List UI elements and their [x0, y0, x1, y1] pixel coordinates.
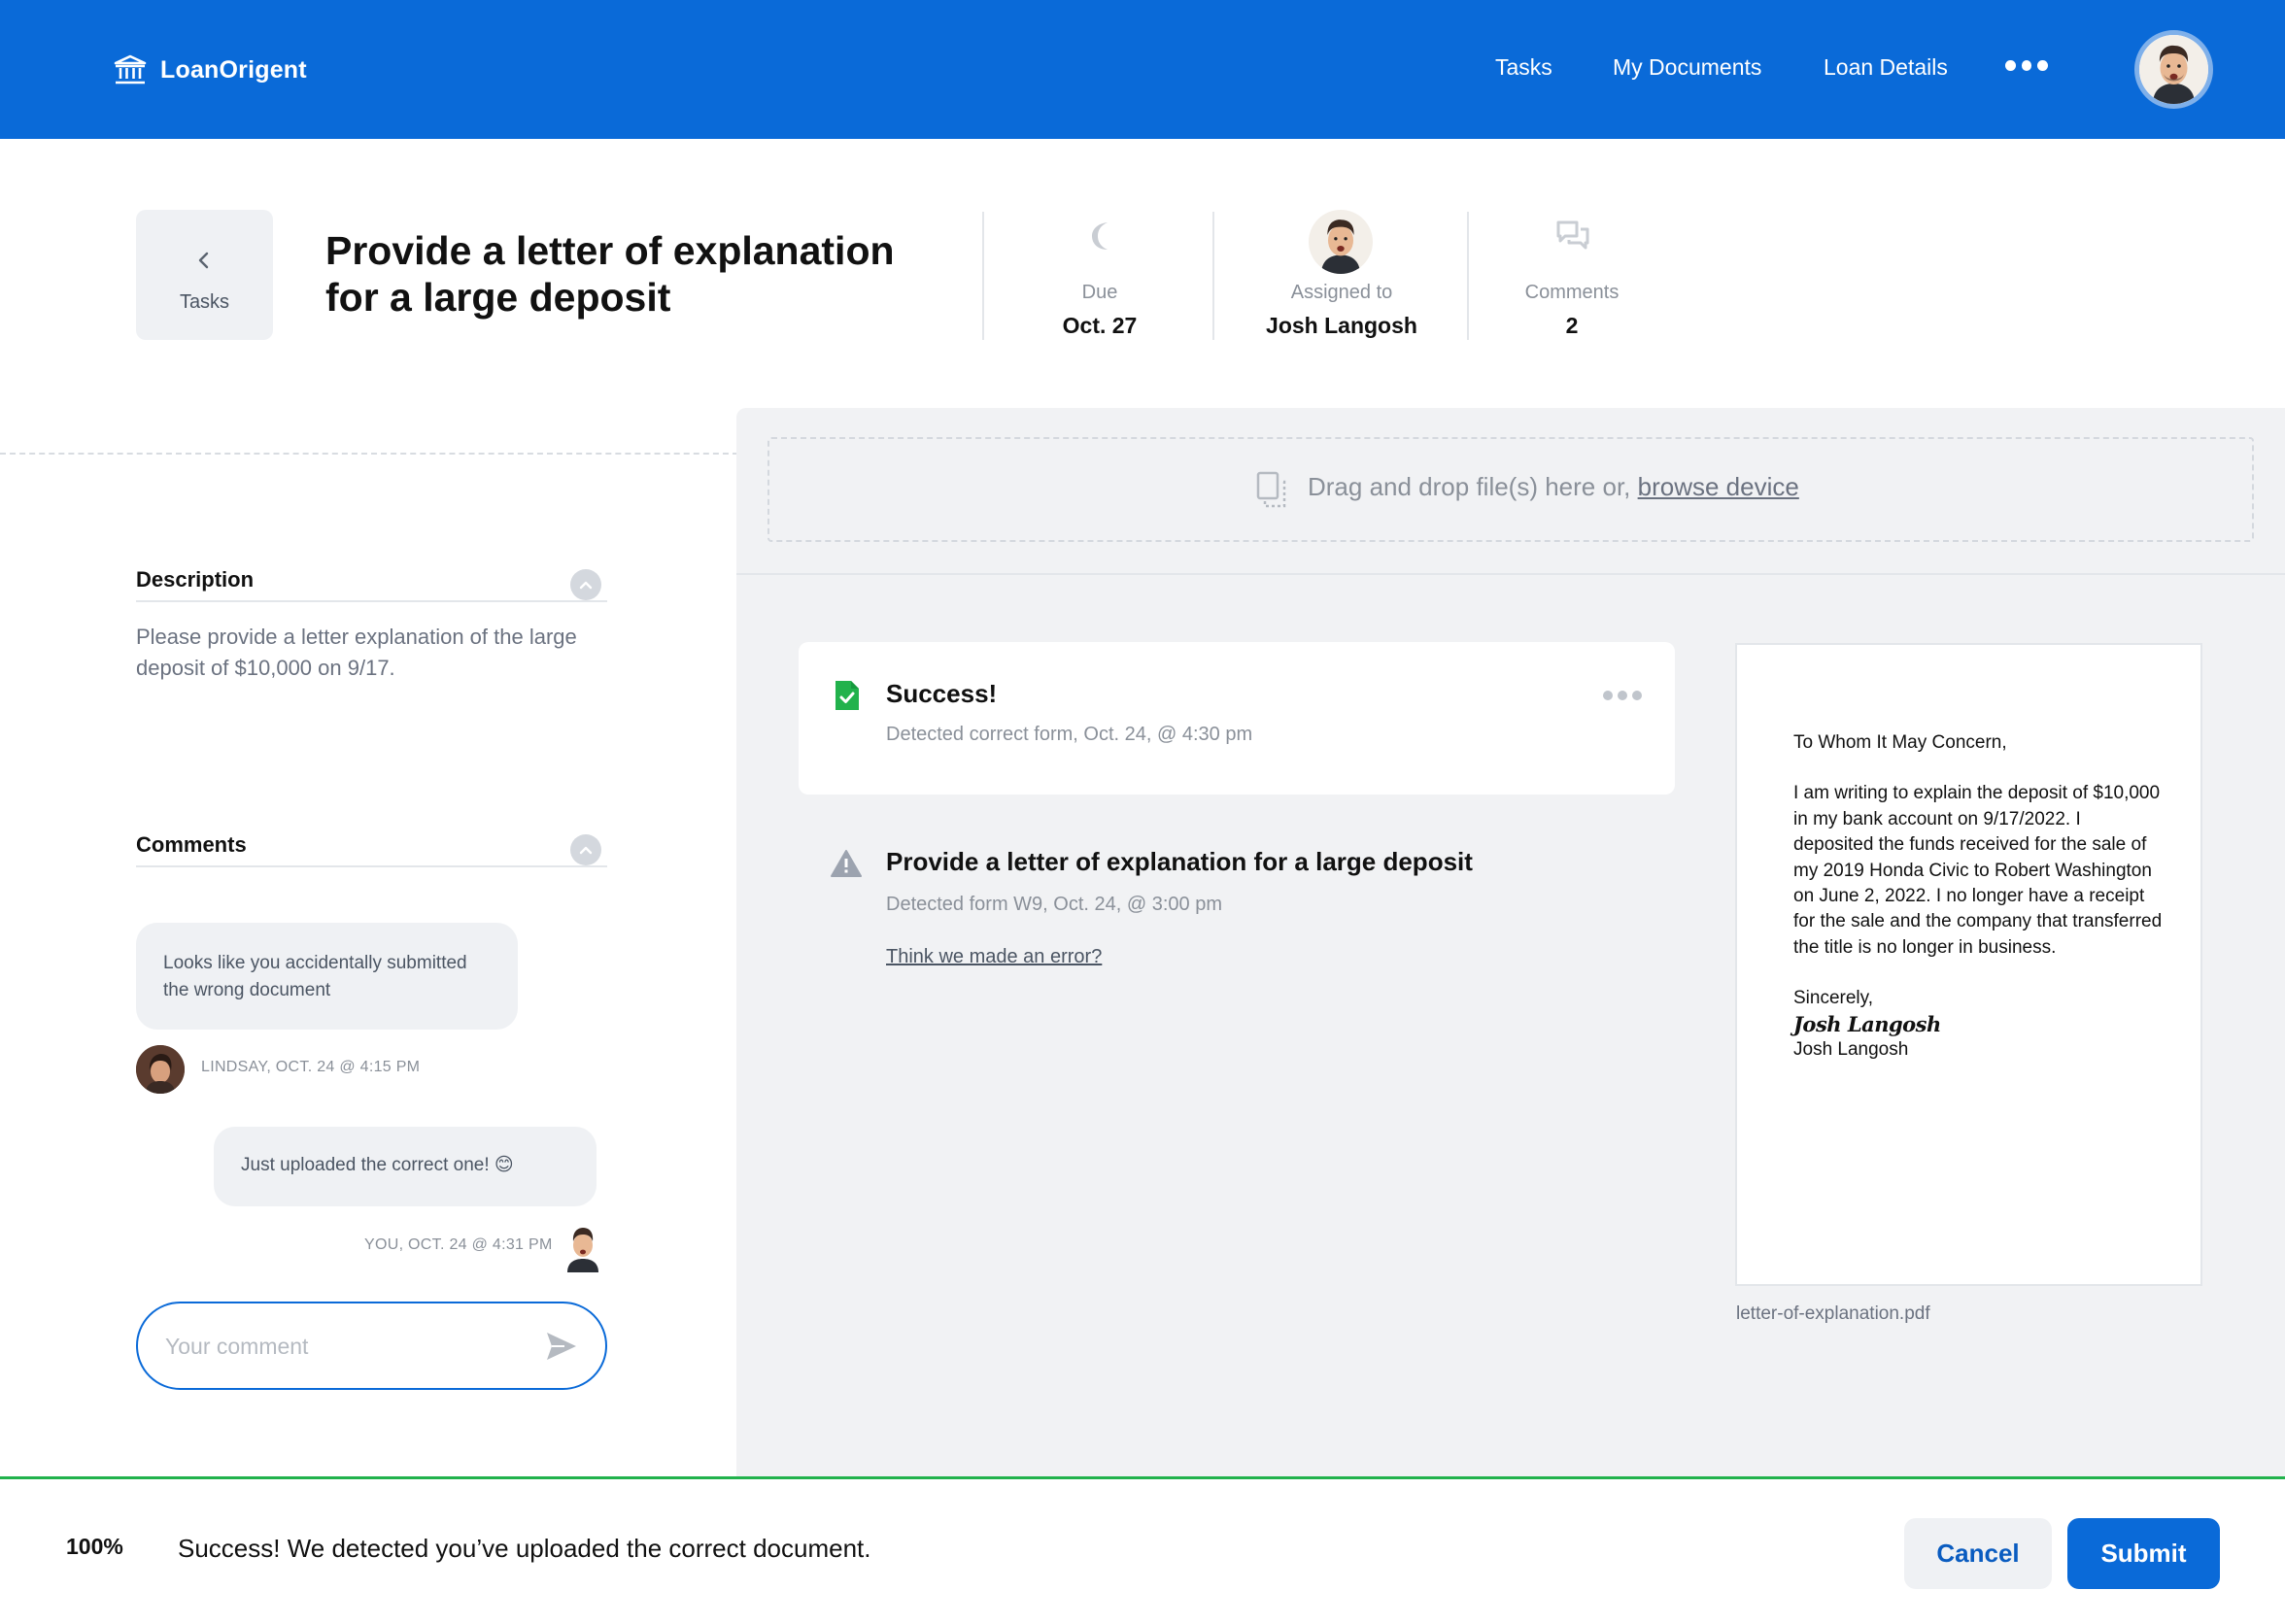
file-check-icon: [836, 681, 859, 710]
chat-icon: [1556, 220, 1589, 250]
document-filename[interactable]: letter-of-explanation.pdf: [1736, 1303, 1930, 1325]
comment-meta: YOU, OCT. 24 @ 4:31 PM: [364, 1236, 553, 1253]
doc-greeting: To Whom It May Concern,: [1793, 732, 2007, 753]
due-value: Oct. 27: [1062, 313, 1138, 338]
nav-tasks[interactable]: Tasks: [1495, 54, 1552, 81]
error-title: Provide a letter of explanation for a la…: [886, 847, 1473, 876]
comment-bubble: Looks like you accidentally submitted th…: [136, 923, 518, 1030]
progress-value: 100%: [66, 1534, 123, 1559]
collapse-comments-button[interactable]: [570, 834, 601, 865]
my-avatar: [562, 1222, 604, 1272]
brand-logo[interactable]: LoanOrigent: [114, 54, 307, 85]
nav-loan-details[interactable]: Loan Details: [1824, 54, 1948, 81]
doc-closing: Sincerely,: [1793, 988, 1874, 1009]
cancel-button[interactable]: Cancel: [1904, 1518, 2052, 1589]
warning-icon: [831, 850, 862, 877]
success-detail: Detected correct form, Oct. 24, @ 4:30 p…: [886, 724, 1253, 745]
comment-bubble: Just uploaded the correct one! 😊: [214, 1127, 597, 1206]
back-to-tasks-button[interactable]: Tasks: [136, 210, 273, 340]
due-date: Due Oct. 27: [985, 210, 1214, 340]
avatar-portrait: [2139, 35, 2208, 104]
comments-heading: Comments: [136, 832, 247, 857]
divider: [1467, 212, 1469, 340]
bank-icon: [114, 54, 147, 85]
comments-count[interactable]: Comments 2: [1470, 210, 1674, 340]
assigned-label: Assigned to: [1290, 282, 1393, 303]
doc-name: Josh Langosh: [1793, 1039, 1909, 1061]
browse-device-link[interactable]: browse device: [1638, 472, 1799, 501]
divider: [736, 573, 2285, 575]
assignee: Assigned to Josh Langosh: [1215, 210, 1468, 340]
status-bar: 100% Success! We detected you’ve uploade…: [0, 1476, 2285, 1624]
dropzone-text: Drag and drop file(s) here or, browse de…: [1308, 472, 1799, 502]
chevron-left-icon: [198, 252, 209, 269]
nav-my-documents[interactable]: My Documents: [1613, 54, 1761, 81]
success-card: Success! Detected correct form, Oct. 24,…: [799, 642, 1675, 795]
error-detail: Detected form W9, Oct. 24, @ 3:00 pm: [886, 894, 1222, 915]
assigned-value: Josh Langosh: [1266, 313, 1417, 338]
send-icon[interactable]: [545, 1331, 578, 1362]
document-preview[interactable]: To Whom It May Concern, I am writing to …: [1735, 643, 2202, 1286]
comment-meta: LINDSAY, OCT. 24 @ 4:15 PM: [201, 1059, 421, 1075]
commenter-avatar: [136, 1045, 185, 1094]
dropzone-prompt: Drag and drop file(s) here or,: [1308, 472, 1631, 501]
description-text: Please provide a letter explanation of t…: [136, 625, 577, 680]
comments-value: 2: [1565, 313, 1579, 338]
file-dropzone[interactable]: Drag and drop file(s) here or, browse de…: [767, 437, 2254, 542]
page-title: Provide a letter of explanation for a la…: [325, 228, 895, 320]
divider: [982, 212, 984, 340]
due-label: Due: [1081, 282, 1118, 303]
comments-label: Comments: [1524, 282, 1620, 303]
moon-icon: [1092, 222, 1108, 250]
divider: [0, 453, 738, 455]
comment-input-wrapper: [136, 1302, 607, 1390]
assignee-avatar: [1309, 210, 1373, 274]
status-message: Success! We detected you’ve uploaded the…: [178, 1534, 871, 1563]
top-navbar: LoanOrigent Tasks My Documents Loan Deta…: [0, 0, 2285, 139]
doc-body: I am writing to explain the deposit of $…: [1793, 783, 2163, 958]
comments-header[interactable]: Comments: [136, 823, 607, 867]
user-avatar[interactable]: [2134, 30, 2213, 109]
report-error-link[interactable]: Think we made an error?: [886, 946, 1102, 968]
chevron-up-icon: [579, 846, 593, 855]
description-header[interactable]: Description: [136, 558, 607, 602]
divider: [1212, 212, 1214, 340]
comment-input[interactable]: [165, 1329, 534, 1364]
chevron-up-icon: [579, 581, 593, 590]
back-label: Tasks: [179, 291, 230, 313]
success-title: Success!: [886, 679, 998, 708]
collapse-description-button[interactable]: [570, 569, 601, 600]
more-icon[interactable]: [2005, 60, 2049, 74]
brand-name: LoanOrigent: [160, 55, 307, 84]
submit-button[interactable]: Submit: [2067, 1518, 2220, 1589]
document-body: To Whom It May Concern, I am writing to …: [1793, 730, 2163, 1063]
doc-signature: Josh Langosh: [1793, 1011, 1941, 1036]
description-heading: Description: [136, 567, 255, 592]
file-icon: [1256, 471, 1286, 508]
upload-panel: Drag and drop file(s) here or, browse de…: [736, 408, 2285, 1478]
more-icon[interactable]: [1603, 691, 1642, 700]
